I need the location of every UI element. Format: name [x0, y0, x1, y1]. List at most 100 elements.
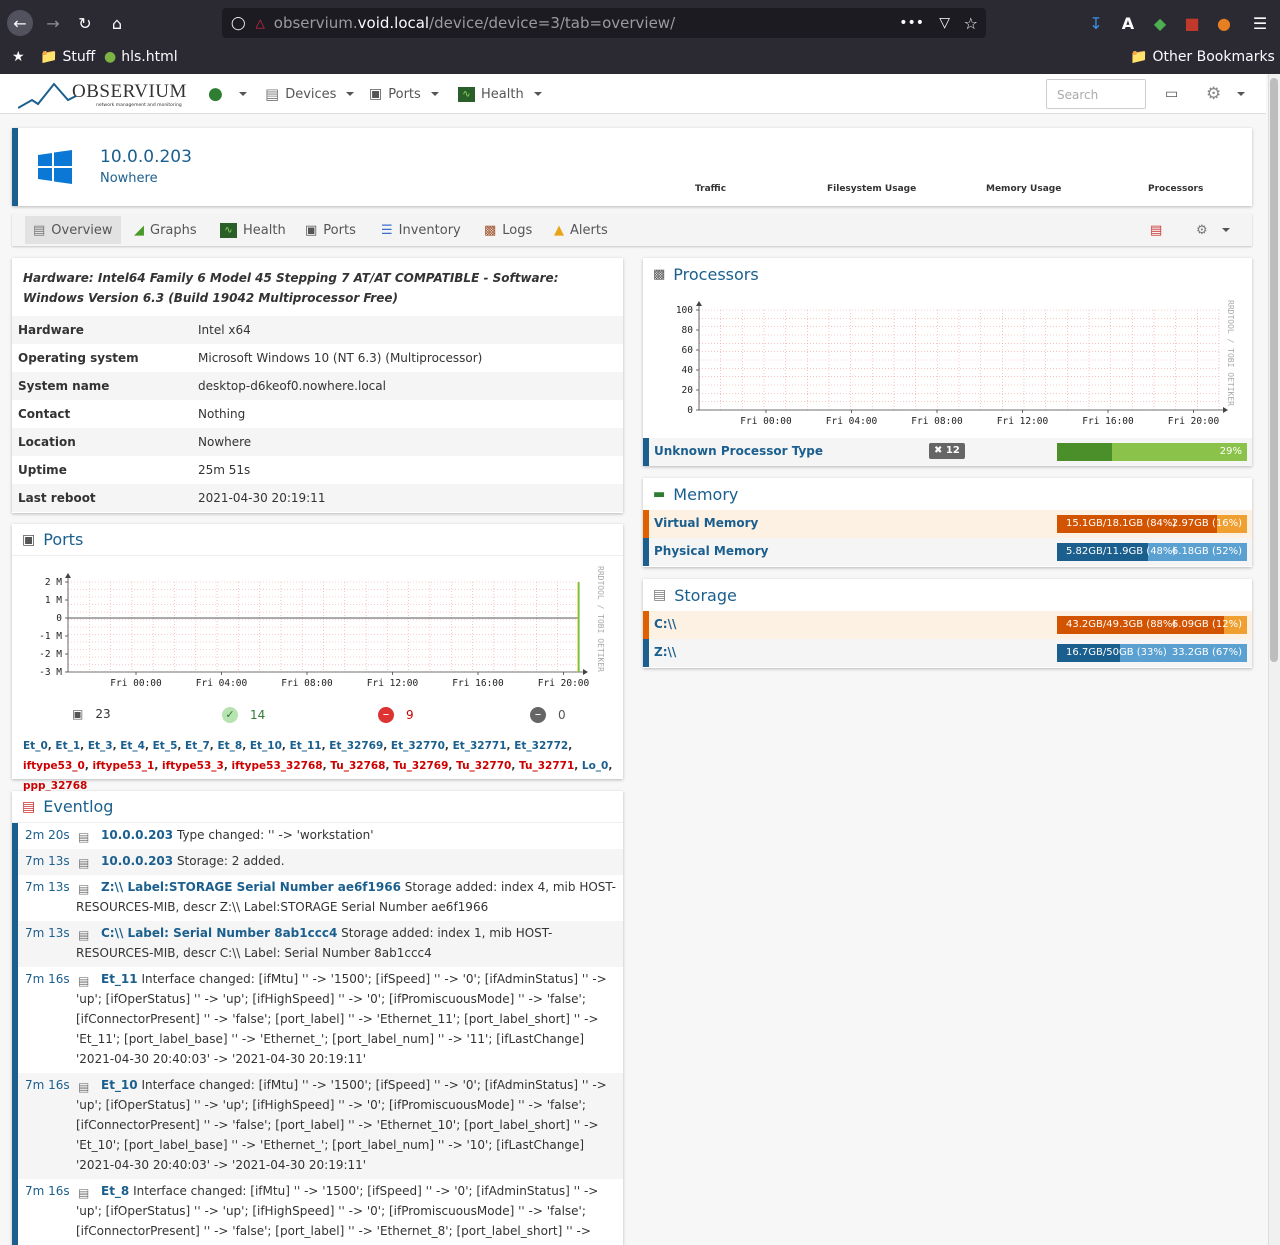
extension-a-icon[interactable]: A: [1112, 14, 1144, 33]
logo-mark-icon: [17, 82, 77, 109]
resource-row[interactable]: C:\\ 43.2GB/49.3GB (88%) 6.09GB (12%): [643, 611, 1252, 639]
resource-name[interactable]: Physical Memory: [654, 544, 769, 558]
resource-row[interactable]: Physical Memory 5.82GB/11.9GB (48%) 6.18GB…: [643, 538, 1252, 566]
processor-row[interactable]: Unknown Processor Type ✖ 12 29%: [643, 438, 1252, 466]
processors-graph[interactable]: 100 80 60 40 20 0 Fri 00:00 Fri 04:00 Fri 08:00 F…: [643, 294, 1252, 430]
eventlog-row: 7m 13s ▤ Z:\\ Label:STORAGE Serial Number …: [12, 875, 623, 921]
bookmark-folder-stuff[interactable]: 📁 Stuff: [40, 49, 95, 65]
event-entity-link[interactable]: 10.0.0.203: [101, 854, 173, 868]
event-entity-link[interactable]: Et_8: [101, 1184, 129, 1198]
mini-graph-filesystem[interactable]: Filesystem Usage: [827, 184, 916, 194]
port-link[interactable]: Et_7: [185, 740, 210, 752]
resource-row[interactable]: Virtual Memory 15.1GB/18.1GB (84%) 2.97GB …: [643, 510, 1252, 538]
port-link[interactable]: Et_5: [153, 740, 178, 752]
y-tick-label: -2 M: [39, 649, 62, 660]
bookmark-star-icon[interactable]: ☆: [964, 14, 978, 33]
memory-panel: ▬ Memory Virtual Memory 15.1GB/18.1GB (84%…: [643, 478, 1252, 567]
mini-graph-memory[interactable]: Memory Usage: [986, 184, 1061, 194]
pocket-icon[interactable]: ▽: [939, 15, 950, 31]
event-entity-link[interactable]: 10.0.0.203: [101, 828, 173, 842]
tab-ports[interactable]: ▣ Ports: [297, 216, 364, 244]
forward-icon[interactable]: →: [40, 10, 66, 36]
scrollbar-thumb[interactable]: [1270, 78, 1278, 662]
port-link[interactable]: iftype53_0: [23, 760, 85, 772]
port-link[interactable]: Et_11: [290, 740, 322, 752]
ports-down[interactable]: –9: [378, 707, 414, 723]
mini-graph-traffic[interactable]: Traffic: [695, 184, 726, 194]
separator: ,: [511, 760, 519, 772]
port-link[interactable]: Et_8: [217, 740, 242, 752]
reload-icon[interactable]: ↻: [72, 10, 98, 36]
port-link[interactable]: Et_32770: [391, 740, 445, 752]
port-link[interactable]: iftype53_32768: [232, 760, 323, 772]
disabled-circle-icon: –: [530, 707, 546, 723]
resource-name[interactable]: Z:\\: [654, 645, 676, 659]
ublock-icon[interactable]: ■: [1176, 14, 1208, 33]
device-hostname[interactable]: 10.0.0.203: [100, 147, 192, 167]
resource-name[interactable]: C:\\: [654, 617, 676, 631]
settings-menu[interactable]: ⚙: [1206, 84, 1246, 104]
back-icon[interactable]: ←: [7, 10, 33, 36]
port-link[interactable]: Et_3: [88, 740, 113, 752]
tab-inventory[interactable]: ☰ Inventory: [373, 216, 469, 244]
ports-total[interactable]: ▣ 23: [72, 707, 111, 721]
event-text: Type changed: '' -> 'workstation': [173, 828, 374, 842]
y-tick-label: 40: [682, 365, 694, 376]
resource-row[interactable]: Z:\\ 16.7GB/50GB (33%) 33.2GB (67%): [643, 639, 1252, 667]
globe-menu[interactable]: ●: [208, 84, 247, 104]
menu-icon[interactable]: ☰: [1240, 14, 1280, 33]
event-entity-link[interactable]: C:\\ Label: Serial Number 8ab1ccc4: [101, 926, 337, 940]
ports-up[interactable]: ✓ 14: [222, 707, 265, 723]
port-link[interactable]: Et_10: [250, 740, 282, 752]
tab-overview[interactable]: ▤ Overview: [25, 216, 121, 244]
extension-fox-icon[interactable]: ◆: [1144, 14, 1176, 33]
tab-alerts[interactable]: ▲ Alerts: [546, 216, 616, 244]
chevron-down-icon: [238, 92, 247, 96]
x-tick-label: Fri 04:00: [196, 678, 248, 689]
port-link[interactable]: Et_1: [55, 740, 80, 752]
port-link[interactable]: Tu_32771: [519, 760, 574, 772]
port-link[interactable]: Et_4: [120, 740, 145, 752]
laptop-icon[interactable]: ▭: [1165, 84, 1178, 104]
ports-menu[interactable]: ▣ Ports: [369, 84, 439, 104]
port-link[interactable]: Tu_32769: [393, 760, 448, 772]
y-tick-label: 80: [682, 325, 694, 336]
resource-name[interactable]: Virtual Memory: [654, 516, 758, 530]
tab-health[interactable]: ∿ Health: [212, 216, 294, 244]
event-time: 2m 20s: [25, 828, 70, 842]
extension-fire-icon[interactable]: ●: [1208, 14, 1240, 33]
url-bar[interactable]: ◯ △ observium. void.local/device/device=3…: [222, 8, 986, 38]
port-link[interactable]: Et_32772: [514, 740, 568, 752]
bookmark-manager-icon[interactable]: ★: [12, 49, 25, 65]
observium-logo[interactable]: OBSERVIUM network management and monitor…: [17, 78, 186, 110]
port-link[interactable]: Et_32771: [453, 740, 507, 752]
device-location[interactable]: Nowhere: [100, 171, 158, 186]
event-entity-link[interactable]: Z:\\ Label:STORAGE Serial Number ae6f196…: [101, 880, 401, 894]
bookmark-hls[interactable]: ● hls.html: [104, 49, 178, 65]
search-input[interactable]: Search: [1046, 79, 1146, 109]
device-header: 10.0.0.203 Nowhere Traffic Filesystem Us…: [12, 128, 1252, 206]
other-bookmarks[interactable]: 📁 Other Bookmarks: [1130, 49, 1275, 65]
tab-logs[interactable]: ▩ Logs: [476, 216, 540, 244]
event-entity-link[interactable]: Et_11: [101, 972, 138, 986]
mini-graph-processors[interactable]: Processors: [1148, 184, 1203, 194]
ports-traffic-graph[interactable]: 2 M 1 M 0 -1 M -2 M -3 M Fri 00:00 Fri 04:00 Fri…: [12, 562, 623, 694]
port-link[interactable]: iftype53_1: [93, 760, 155, 772]
notebook-icon[interactable]: ▤: [1142, 216, 1170, 244]
health-menu[interactable]: ∿ Health: [458, 84, 542, 104]
port-link[interactable]: Et_32769: [329, 740, 383, 752]
port-link[interactable]: iftype53_3: [162, 760, 224, 772]
ports-disabled[interactable]: –0: [530, 707, 566, 723]
port-link[interactable]: Lo_0: [582, 760, 608, 772]
port-link[interactable]: Tu_32768: [330, 760, 385, 772]
port-link[interactable]: Et_0: [23, 740, 48, 752]
tab-graphs[interactable]: ◢ Graphs: [126, 216, 205, 244]
download-icon[interactable]: ↧: [1080, 14, 1112, 33]
devices-menu[interactable]: ▤ Devices: [265, 84, 355, 104]
processor-name[interactable]: Unknown Processor Type: [654, 444, 823, 458]
event-entity-link[interactable]: Et_10: [101, 1078, 138, 1092]
more-icon[interactable]: •••: [899, 15, 924, 31]
home-icon[interactable]: ⌂: [104, 10, 130, 36]
port-link[interactable]: Tu_32770: [456, 760, 511, 772]
tab-settings[interactable]: ⚙: [1188, 216, 1238, 244]
